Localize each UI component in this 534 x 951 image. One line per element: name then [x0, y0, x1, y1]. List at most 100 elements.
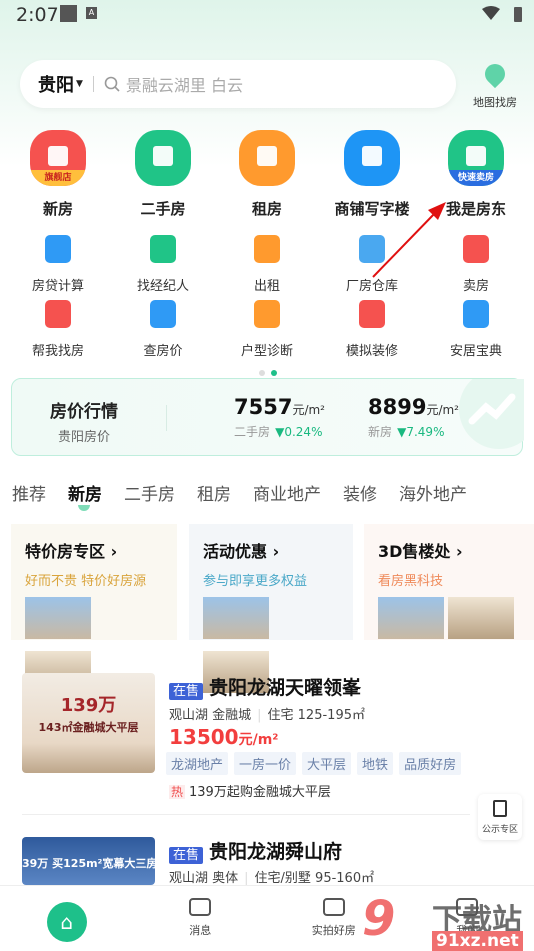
- feature-icon: [150, 235, 176, 263]
- sub-nav-item[interactable]: 户型诊断: [222, 300, 312, 359]
- status-badge: 在售: [169, 683, 203, 700]
- listing-title[interactable]: 贵阳龙湖舜山府: [209, 841, 342, 863]
- promo-subtitle: 看房黑科技: [378, 570, 520, 589]
- sub-nav-item[interactable]: 找经纪人: [118, 235, 208, 294]
- sub-nav-label: 模拟装修: [327, 340, 417, 359]
- video-icon: [323, 898, 345, 916]
- main-nav-label: 二手房: [118, 198, 208, 219]
- nav-label: 消息: [189, 924, 211, 937]
- feature-icon: [463, 235, 489, 263]
- tab[interactable]: 商业地产: [253, 480, 321, 505]
- sub-nav-item[interactable]: 安居宝典: [431, 300, 521, 359]
- promo-photo: [448, 597, 514, 639]
- promo-title: 活动优惠: [203, 542, 267, 561]
- image-text: 139万: [22, 691, 155, 717]
- icon-badge: 快速卖房: [448, 170, 504, 186]
- resale-price: 7557: [234, 395, 292, 419]
- hot-icon: 热: [169, 785, 185, 799]
- map-find-button[interactable]: 地图找房: [466, 64, 524, 110]
- listing-tag: 地铁: [357, 752, 393, 775]
- listing-type: 住宅/别墅 95-160㎡: [255, 871, 375, 886]
- city-selector[interactable]: 贵阳: [38, 71, 74, 97]
- search-bar[interactable]: 贵阳▼ 景融云湖里 白云: [20, 60, 456, 108]
- sub-nav-label: 出租: [222, 275, 312, 294]
- sub-nav-label: 厂房仓库: [327, 275, 417, 294]
- promo-card[interactable]: 特价房专区 ›好而不贵 特价好房源: [11, 524, 177, 640]
- listing-type: 住宅 125-195㎡: [268, 708, 365, 723]
- chevron-right-icon: ›: [273, 542, 280, 561]
- sub-nav-item[interactable]: 出租: [222, 235, 312, 294]
- tab[interactable]: 推荐: [12, 480, 46, 505]
- tab[interactable]: 海外地产: [399, 480, 467, 505]
- tab[interactable]: 二手房: [124, 480, 175, 505]
- main-nav-label: 新房: [13, 198, 103, 219]
- sub-nav-label: 帮我找房: [13, 340, 103, 359]
- category-tabs: 推荐新房二手房租房商业地产装修海外地产: [12, 480, 489, 505]
- main-nav-label: 商铺写字楼: [327, 198, 417, 219]
- main-nav-item[interactable]: 旗舰店新房: [13, 130, 103, 219]
- search-icon: [104, 76, 120, 92]
- promo-photo: [203, 597, 269, 639]
- promo-photo: [378, 597, 444, 639]
- feature-icon: [359, 235, 385, 263]
- notice-zone-label: 公示专区: [482, 825, 518, 835]
- sub-nav-item[interactable]: 房贷计算: [13, 235, 103, 294]
- nav-messages[interactable]: 消息: [134, 886, 268, 950]
- price-unit: 元/m²: [292, 403, 325, 417]
- sub-nav-item[interactable]: 卖房: [431, 235, 521, 294]
- chevron-right-icon: ›: [111, 542, 118, 561]
- divider: [22, 814, 470, 815]
- divider: [166, 405, 167, 431]
- down-arrow-icon: ▼: [275, 425, 284, 439]
- listing-price: 13500: [169, 725, 239, 749]
- map-find-label: 地图找房: [473, 96, 517, 109]
- sub-nav-label: 查房价: [118, 340, 208, 359]
- image-text: 39万 买125m²宽幕大三房: [22, 857, 155, 870]
- feature-icon: [254, 235, 280, 263]
- sub-nav-item[interactable]: 帮我找房: [13, 300, 103, 359]
- listing-title-row[interactable]: 在售贵阳龙湖天曜领峯: [169, 673, 361, 700]
- listing-tags: 龙湖地产一房一价大平层地铁品质好房: [166, 752, 467, 775]
- status-badge: 在售: [169, 847, 203, 864]
- feature-icon: [359, 300, 385, 328]
- listing-image[interactable]: 39万 买125m²宽幕大三房: [22, 837, 155, 885]
- main-nav-label: 租房: [222, 198, 312, 219]
- tab[interactable]: 装修: [343, 480, 377, 505]
- main-nav-label: 我是房东: [431, 198, 521, 219]
- price-trend-card[interactable]: 房价行情 贵阳房价 7557元/m² 二手房 ▼0.24% 8899元/m² 新…: [11, 378, 523, 456]
- sub-nav-label: 找经纪人: [118, 275, 208, 294]
- notice-zone-button[interactable]: 公示专区: [478, 794, 522, 840]
- promo-photo: [25, 597, 91, 639]
- status-time: 2:07: [16, 4, 59, 26]
- category-icon: [344, 130, 400, 186]
- main-nav-item[interactable]: 租房: [222, 130, 312, 219]
- page-dot: [259, 370, 265, 376]
- listing-title[interactable]: 贵阳龙湖天曜领峯: [209, 677, 361, 699]
- listing-image[interactable]: 139万 143㎡金融城大平层: [22, 673, 155, 773]
- main-nav-item[interactable]: 快速卖房我是房东: [431, 130, 521, 219]
- sub-nav-item[interactable]: 厂房仓库: [327, 235, 417, 294]
- price-card-subtitle: 贵阳房价: [50, 426, 118, 445]
- sub-nav-label: 安居宝典: [431, 340, 521, 359]
- sub-nav-item[interactable]: 查房价: [118, 300, 208, 359]
- sub-nav-item[interactable]: 模拟装修: [327, 300, 417, 359]
- main-nav-item[interactable]: 二手房: [118, 130, 208, 219]
- listing-title-row[interactable]: 在售贵阳龙湖舜山府: [169, 837, 342, 864]
- main-nav-item[interactable]: 商铺写字楼: [327, 130, 417, 219]
- promo-card[interactable]: 活动优惠 ›参与即享更多权益: [189, 524, 353, 640]
- feature-icon: [150, 300, 176, 328]
- listing-tag: 品质好房: [399, 752, 461, 775]
- new-price: 8899: [368, 395, 426, 419]
- search-input[interactable]: 景融云湖里 白云: [126, 72, 243, 96]
- icon-badge: 旗舰店: [30, 170, 86, 186]
- notification-icon: [60, 5, 77, 22]
- promo-card[interactable]: 3D售楼处 ›看房黑科技: [364, 524, 534, 640]
- listing-area: 观山湖 奥体: [169, 871, 238, 886]
- nav-home[interactable]: ⌂: [0, 886, 134, 950]
- price-unit: 元/m²: [239, 732, 279, 748]
- tab[interactable]: 新房: [68, 480, 102, 505]
- tab[interactable]: 租房: [197, 480, 231, 505]
- wifi-battery-icon: [482, 6, 526, 24]
- feature-icon: [45, 300, 71, 328]
- promo-subtitle: 好而不贵 特价好房源: [25, 570, 163, 589]
